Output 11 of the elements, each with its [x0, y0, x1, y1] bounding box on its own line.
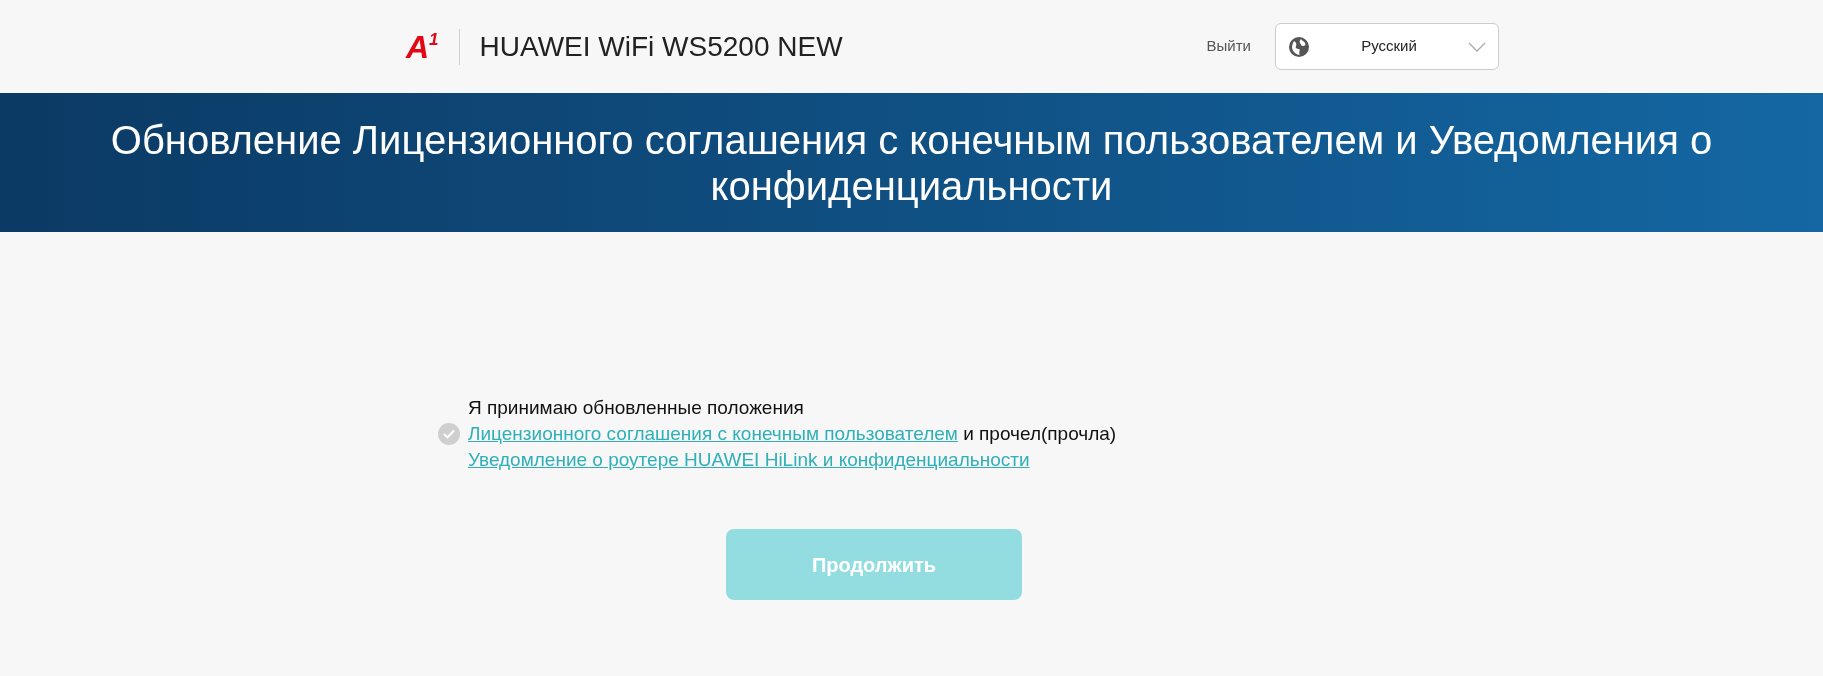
globe-icon	[1288, 35, 1310, 58]
agreement-link[interactable]: Уведомление о роутере HUAWEI HiLink и конфиденциальности	[468, 449, 1030, 470]
language-select[interactable]: Русский	[1275, 23, 1499, 70]
chevron-down-icon	[1468, 41, 1486, 52]
product-title: HUAWEI WiFi WS5200 NEW	[479, 29, 843, 64]
banner-title: Обновление Лицензионного соглашения с конечным пользователем и Уведомления о конфиденциальности	[109, 116, 1714, 209]
agreement-checkbox[interactable]	[438, 423, 460, 445]
agreement-text: Я принимаю обновленные положения Лицензионного соглашения с конечным пользователем и прочел(прочла) Уведомление о роутере HUAWEI HiLink и конфиденциальности	[468, 396, 1118, 472]
agreement-link[interactable]: Лицензионного соглашения с конечным пользователем	[468, 423, 958, 444]
check-icon	[443, 429, 455, 439]
logout-link[interactable]: Выйти	[1206, 35, 1251, 58]
